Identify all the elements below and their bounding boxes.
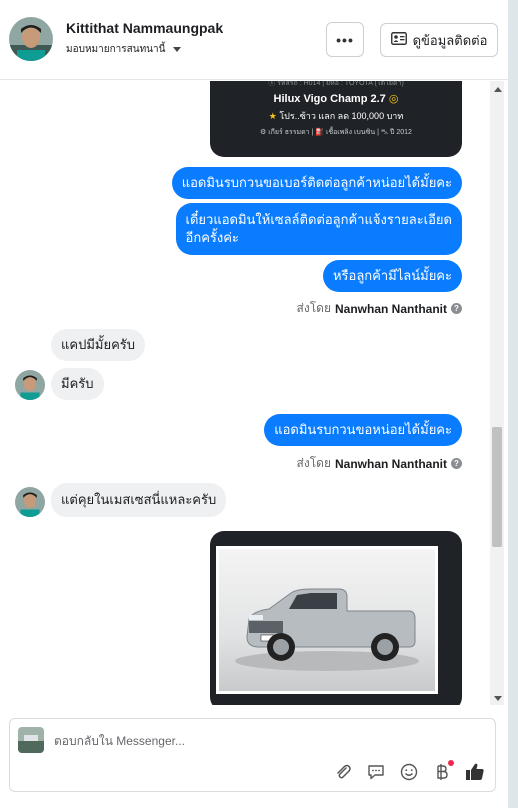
emoji-icon[interactable] bbox=[398, 761, 419, 782]
chevron-down-icon bbox=[173, 47, 182, 52]
sender-name[interactable]: Nanwhan Nanthanit bbox=[335, 457, 447, 471]
question-icon[interactable]: ? bbox=[451, 458, 462, 469]
assign-label: มอบหมายการสนทนานี้ bbox=[66, 44, 166, 55]
customer-avatar-small bbox=[15, 370, 45, 400]
customer-avatar-small bbox=[15, 487, 45, 517]
sent-by-label: ส่งโดย Nanwhan Nanthanit ? bbox=[297, 299, 462, 318]
scroll-up-arrow-icon[interactable] bbox=[494, 87, 502, 92]
card-specs: ⚙ เกียร์ ธรรมดา | ⛽ เชื้อเพลิง เบนซิน | … bbox=[260, 129, 412, 136]
scroll-down-arrow-icon[interactable] bbox=[494, 696, 502, 701]
notification-dot bbox=[448, 760, 454, 766]
outgoing-message[interactable]: เดี๋ยวแอดมินให้เซลล์ติดต่อลูกค้าแจ้งรายล… bbox=[175, 203, 462, 255]
outgoing-message[interactable]: แอดมินรบกวนขอเบอร์ติดต่อลูกค้าหน่อยได้มั… bbox=[171, 167, 462, 199]
contact-card-icon bbox=[390, 32, 407, 48]
composer-toolbar bbox=[332, 760, 485, 782]
outgoing-message[interactable]: หรือลูกค้ามีไลน์มั้ยคะ bbox=[322, 260, 462, 292]
view-contact-label: ดูข้อมูลติดต่อ bbox=[412, 32, 488, 48]
question-icon[interactable]: ? bbox=[451, 303, 462, 314]
outgoing-message[interactable]: แอดมินรบกวนขอหน่อยได้มั้ยคะ bbox=[264, 414, 462, 446]
card-title: Hilux Vigo Champ 2.7 bbox=[273, 93, 386, 105]
reply-composer bbox=[9, 718, 496, 792]
view-contact-button[interactable]: ดูข้อมูลติดต่อ bbox=[380, 23, 498, 57]
sender-name[interactable]: Nanwhan Nanthanit bbox=[335, 302, 447, 316]
thread-scrollbar[interactable] bbox=[490, 81, 504, 705]
incoming-message[interactable]: แต่คุยในเมสเซสนี่แหละครับ bbox=[51, 483, 227, 517]
customer-name: Kittithat Nammaungpak bbox=[66, 20, 224, 36]
incoming-message[interactable]: แคปมีมั้ยครับ bbox=[51, 329, 146, 361]
window-edge bbox=[508, 0, 518, 808]
channel-thumbnail bbox=[18, 727, 44, 753]
baht-icon[interactable] bbox=[431, 760, 454, 782]
saved-reply-icon[interactable] bbox=[365, 761, 386, 782]
more-options-button[interactable]: ••• bbox=[326, 22, 364, 57]
attachment-icon[interactable] bbox=[332, 761, 353, 782]
message-thread[interactable]: ⓢ รหัสรถ : H014 | ยี่ห้อ : TOYOTA (โตโยต… bbox=[0, 81, 490, 705]
message-line: อีกครั้งค่ะ bbox=[185, 230, 239, 245]
car-listing-card[interactable]: ⓢ รหัสรถ : H014 | ยี่ห้อ : TOYOTA (โตโยต… bbox=[210, 81, 462, 157]
car-photo-card[interactable] bbox=[210, 531, 462, 705]
sent-by-prefix: ส่งโดย bbox=[296, 456, 331, 470]
more-icon: ••• bbox=[336, 31, 354, 48]
card-price-line: โปร..ซ้าว แลก ลด 100,000 บาท bbox=[279, 111, 404, 121]
messenger-inbox-panel: Kittithat Nammaungpak มอบหมายการสนทนานี้… bbox=[0, 0, 508, 808]
sent-by-prefix: ส่งโดย bbox=[296, 301, 331, 315]
star-icon: ★ bbox=[268, 111, 277, 121]
customer-avatar[interactable] bbox=[9, 17, 53, 61]
verified-icon: ◎ bbox=[388, 93, 399, 105]
reply-input[interactable] bbox=[54, 732, 434, 750]
incoming-message[interactable]: มีครับ bbox=[51, 368, 104, 400]
car-photo[interactable] bbox=[216, 546, 438, 694]
sent-by-label: ส่งโดย Nanwhan Nanthanit ? bbox=[297, 454, 462, 473]
like-icon[interactable] bbox=[464, 761, 485, 782]
card-code-line: ⓢ รหัสรถ : H014 | ยี่ห้อ : TOYOTA (โตโยต… bbox=[268, 81, 404, 87]
conversation-header: Kittithat Nammaungpak มอบหมายการสนทนานี้… bbox=[0, 0, 508, 80]
scroll-thumb[interactable] bbox=[492, 427, 502, 547]
pickup-truck-image bbox=[219, 549, 435, 691]
message-line: เดี๋ยวแอดมินให้เซลล์ติดต่อลูกค้าแจ้งรายล… bbox=[185, 212, 452, 227]
assign-conversation-dropdown[interactable]: มอบหมายการสนทนานี้ bbox=[66, 42, 182, 57]
